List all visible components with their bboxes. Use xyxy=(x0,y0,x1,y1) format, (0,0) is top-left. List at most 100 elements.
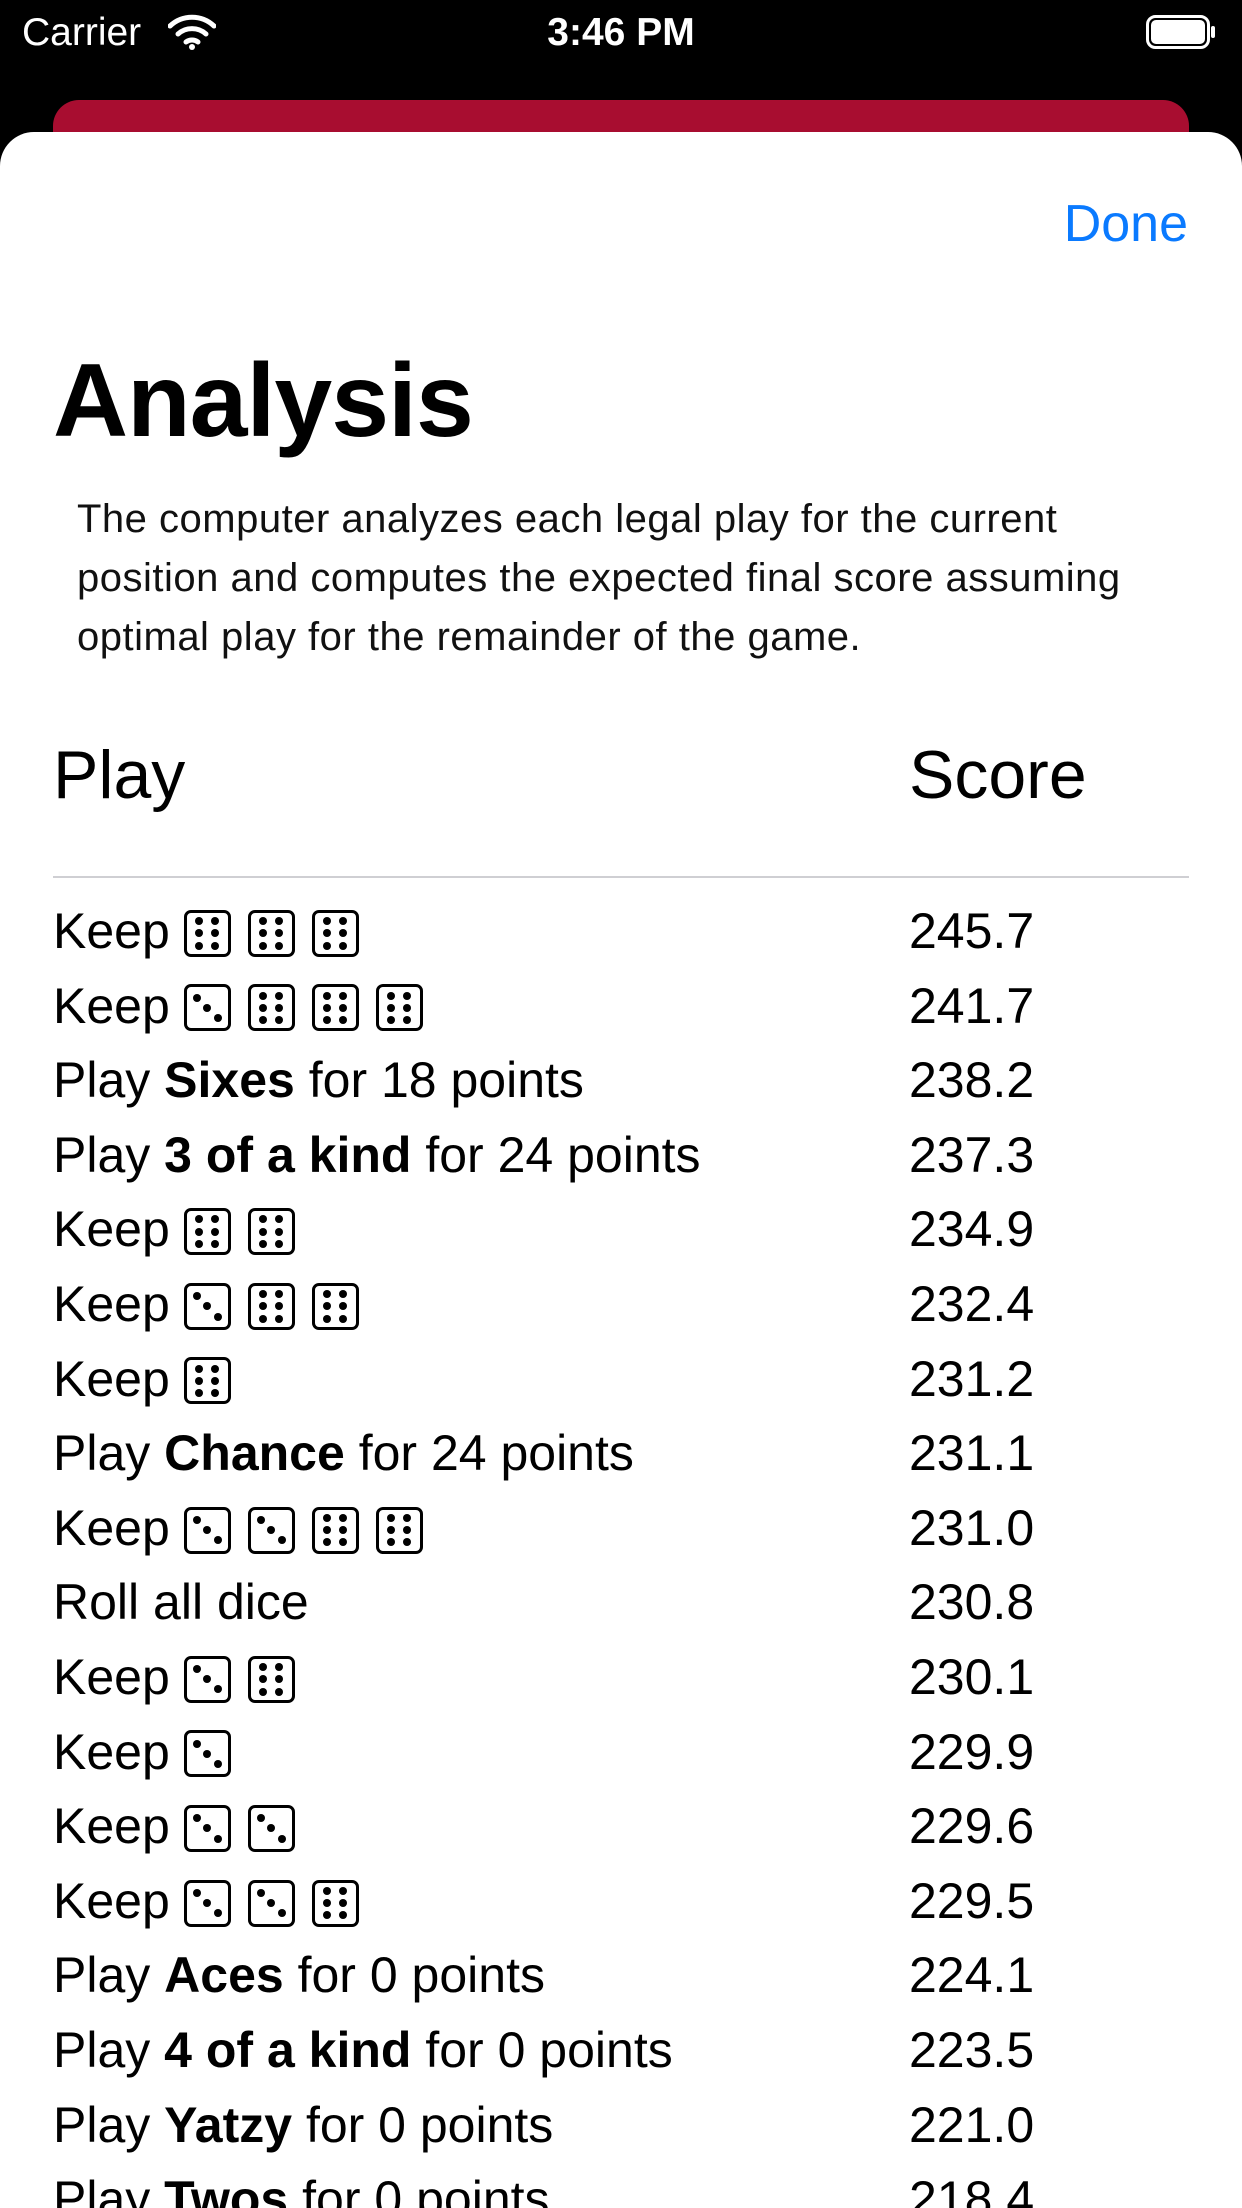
die-icon xyxy=(183,1357,231,1405)
die-pip xyxy=(203,1675,212,1684)
die-pip xyxy=(259,1687,268,1696)
play-prefix: Play xyxy=(53,1947,151,2004)
table-row: Keep 245.7 xyxy=(53,894,1189,969)
table-row: Play Yatzy for 0 points 221.0 xyxy=(53,2088,1189,2163)
play-prefix: Play xyxy=(53,2171,151,2208)
die-pip xyxy=(203,1003,212,1012)
die-pip xyxy=(275,1016,284,1025)
die-icon xyxy=(311,1506,359,1554)
die-pip xyxy=(339,916,348,925)
die-pip xyxy=(277,1909,286,1918)
play-description: Keep xyxy=(53,1864,376,1942)
play-prefix: Play xyxy=(53,2096,151,2153)
die-pip xyxy=(257,1515,266,1524)
dice-group xyxy=(183,1494,440,1569)
table-row: Keep 230.1 xyxy=(53,1640,1189,1715)
table-row: Keep 229.9 xyxy=(53,1715,1189,1790)
play-column-header: Play xyxy=(53,737,186,813)
die-icon xyxy=(183,909,231,957)
play-prefix: Keep xyxy=(53,1723,170,1780)
die-pip xyxy=(259,1215,268,1224)
die-pip xyxy=(259,1302,268,1311)
die-pip xyxy=(339,1538,348,1547)
die-pip xyxy=(323,941,332,950)
die-pip xyxy=(195,916,204,925)
die-pip xyxy=(323,1289,332,1298)
done-button[interactable]: Done xyxy=(1064,194,1188,254)
die-icon xyxy=(183,1208,231,1256)
die-pip xyxy=(275,1314,284,1323)
die-icon xyxy=(375,984,423,1032)
die-pip xyxy=(259,1227,268,1236)
die-pip xyxy=(275,929,284,938)
die-pip xyxy=(387,1003,396,1012)
die-pip xyxy=(193,1814,202,1823)
analysis-sheet: Done Analysis The computer analyzes each… xyxy=(0,132,1242,2208)
die-icon xyxy=(183,1282,231,1330)
table-row: Keep 229.6 xyxy=(53,1789,1189,1864)
play-description: Keep xyxy=(53,1267,376,1345)
expected-score: 241.7 xyxy=(909,977,1035,1034)
die-pip xyxy=(195,1239,204,1248)
die-icon xyxy=(183,1804,231,1852)
die-pip xyxy=(339,1314,348,1323)
die-icon xyxy=(247,1804,295,1852)
page-title: Analysis xyxy=(53,343,474,459)
die-pip xyxy=(195,1227,204,1236)
die-pip xyxy=(275,1239,284,1248)
die-pip xyxy=(277,1536,286,1545)
die-pip xyxy=(323,1899,332,1908)
points-text: for 0 points xyxy=(302,2171,550,2208)
die-icon xyxy=(183,1506,231,1554)
play-prefix: Keep xyxy=(53,1648,170,1705)
die-pip xyxy=(339,1003,348,1012)
die-pip xyxy=(193,1739,202,1748)
die-pip xyxy=(275,916,284,925)
die-pip xyxy=(259,991,268,1000)
die-icon xyxy=(311,909,359,957)
die-pip xyxy=(323,991,332,1000)
play-description: Play Aces for 0 points xyxy=(53,1938,545,2013)
category-name: 4 of a kind xyxy=(164,2021,412,2078)
play-prefix: Play xyxy=(53,2021,151,2078)
expected-score: 221.0 xyxy=(909,2096,1035,2153)
die-icon xyxy=(183,1879,231,1927)
die-pip xyxy=(387,1513,396,1522)
status-bar: Carrier 3:46 PM xyxy=(0,0,1242,68)
points-text: for 24 points xyxy=(425,1126,701,1183)
die-pip xyxy=(403,1538,412,1547)
die-pip xyxy=(403,1016,412,1025)
play-description: Keep xyxy=(53,1192,312,1270)
dice-group xyxy=(183,1867,376,1942)
play-description: Play Chance for 24 points xyxy=(53,1416,634,1491)
play-prefix: Keep xyxy=(53,1872,170,1929)
die-pip xyxy=(339,1899,348,1908)
dice-group xyxy=(183,1270,376,1345)
die-pip xyxy=(195,941,204,950)
die-pip xyxy=(259,1662,268,1671)
die-pip xyxy=(211,1376,220,1385)
expected-score: 231.1 xyxy=(909,1425,1035,1482)
expected-score: 234.9 xyxy=(909,1201,1035,1258)
die-pip xyxy=(267,1526,276,1535)
expected-score: 218.4 xyxy=(909,2171,1035,2208)
die-pip xyxy=(387,1016,396,1025)
battery-icon xyxy=(1146,15,1215,49)
play-description: Roll all dice xyxy=(53,1565,309,1640)
expected-score: 231.0 xyxy=(909,1499,1035,1556)
expected-score: 230.1 xyxy=(909,1648,1035,1705)
dice-group xyxy=(183,1196,312,1271)
expected-score: 229.9 xyxy=(909,1723,1035,1780)
die-pip xyxy=(323,1911,332,1920)
analysis-description: The computer analyzes each legal play fo… xyxy=(77,497,1121,659)
play-description: Play Yatzy for 0 points xyxy=(53,2088,553,2163)
die-pip xyxy=(259,1239,268,1248)
play-prefix: Keep xyxy=(53,1350,170,1407)
play-description: Keep xyxy=(53,1491,440,1569)
die-pip xyxy=(275,1227,284,1236)
play-prefix: Keep xyxy=(53,977,170,1034)
die-pip xyxy=(195,929,204,938)
category-name: Aces xyxy=(164,1947,284,2004)
play-prefix: Play xyxy=(53,1126,151,1183)
die-pip xyxy=(213,1834,222,1843)
